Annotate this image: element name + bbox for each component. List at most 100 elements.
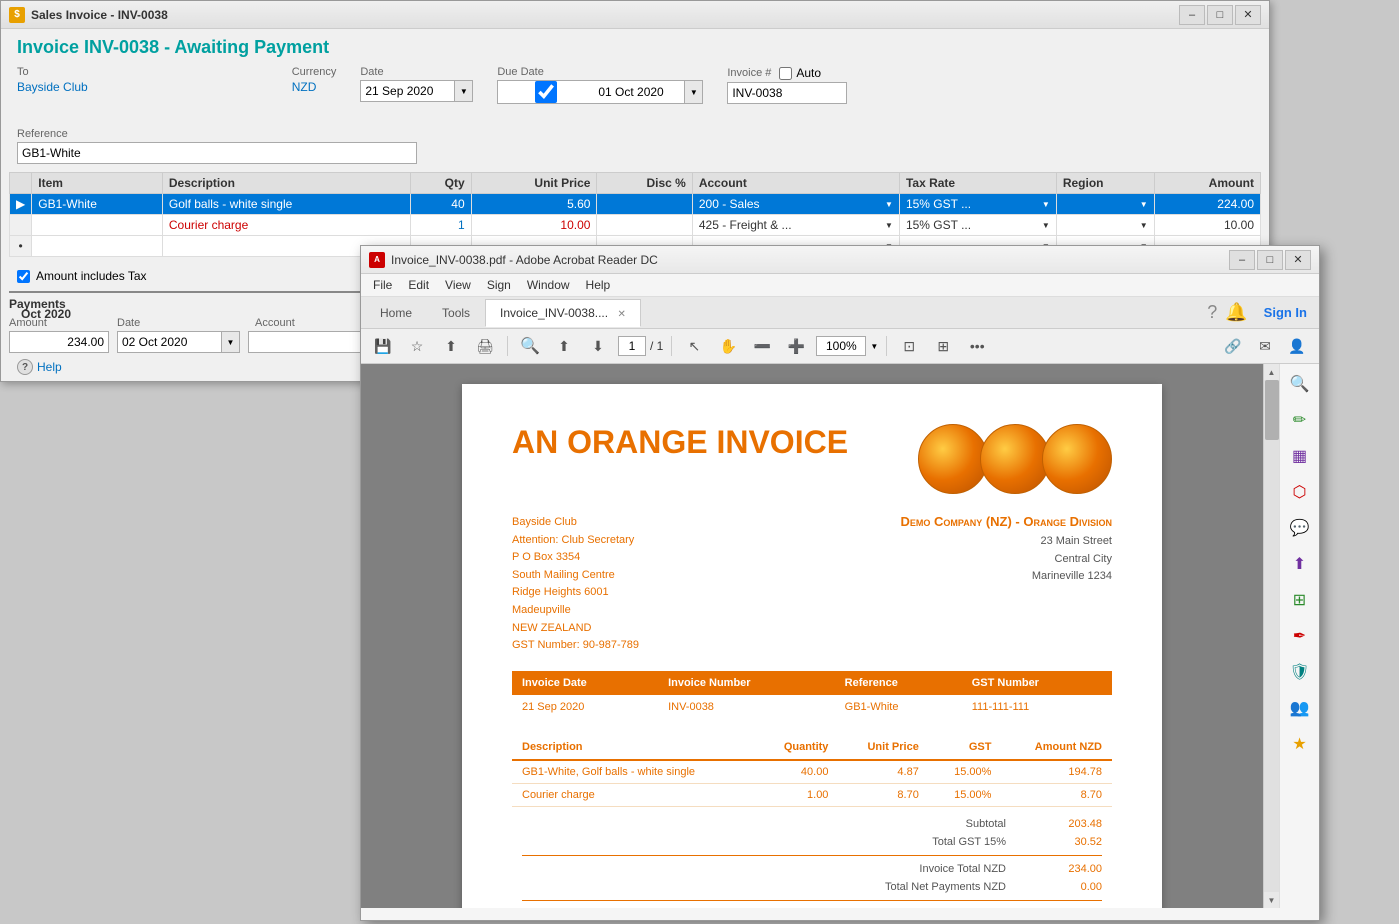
account-dropdown-icon[interactable]: ▼ xyxy=(885,200,893,209)
more-tools-button[interactable]: ⊞ xyxy=(929,333,957,359)
invoice-num-input[interactable] xyxy=(727,82,847,104)
from-line7: GST Number: 90-987-789 xyxy=(512,637,639,655)
payments-amount-input[interactable] xyxy=(9,331,109,353)
save-tool-button[interactable]: 💾 xyxy=(369,333,397,359)
email-tool-button[interactable]: ✉ xyxy=(1251,333,1279,359)
rt-zoom-icon[interactable]: 🔍 xyxy=(1284,368,1316,400)
tax-dropdown-icon[interactable]: ▼ xyxy=(1042,221,1050,230)
notification-bell-icon[interactable]: 🔔 xyxy=(1225,302,1247,323)
auto-checkbox[interactable] xyxy=(779,67,792,80)
rt-star-icon[interactable]: ★ xyxy=(1284,728,1316,760)
hand-tool-button[interactable]: ✋ xyxy=(714,333,742,359)
due-date-checkbox[interactable] xyxy=(501,81,591,103)
menu-file[interactable]: File xyxy=(365,276,400,294)
amount-tax-checkbox[interactable] xyxy=(17,270,30,283)
row-qty[interactable]: 1 xyxy=(411,215,471,236)
pdf-maximize-button[interactable]: □ xyxy=(1257,250,1283,270)
bookmark-tool-button[interactable]: ☆ xyxy=(403,333,431,359)
to-value[interactable]: Bayside Club xyxy=(17,80,88,94)
row-qty[interactable]: 40 xyxy=(411,194,471,215)
row-region: ▼ xyxy=(1056,215,1154,236)
region-dropdown-icon[interactable]: ▼ xyxy=(1140,221,1148,230)
row-unit-price[interactable]: 10.00 xyxy=(471,215,597,236)
rt-export-icon[interactable]: ⬆ xyxy=(1284,548,1316,580)
net-payments-row: Total Net Payments NZD 0.00 xyxy=(512,878,1112,896)
currency-value[interactable]: NZD xyxy=(292,80,337,94)
pdf-page-view: AN ORANGE INVOICE Bayside Club Attention… xyxy=(361,364,1263,908)
reference-input[interactable] xyxy=(17,142,417,164)
due-date-input[interactable] xyxy=(594,82,684,102)
rt-share-icon[interactable]: 👥 xyxy=(1284,692,1316,724)
payments-date-input[interactable] xyxy=(117,331,222,353)
tab-invoice[interactable]: Invoice_INV-0038.... ✕ xyxy=(485,299,641,327)
menu-window[interactable]: Window xyxy=(519,276,578,294)
pdf-right-toolbar: 🔍 ✏ ▦ ⬡ 💬 ⬆ ⊞ ✒ 🛡 👥 ★ xyxy=(1279,364,1319,908)
menu-edit[interactable]: Edit xyxy=(400,276,437,294)
help-icon[interactable]: ? xyxy=(17,359,33,375)
zoom-input[interactable] xyxy=(816,336,866,356)
scroll-thumb[interactable] xyxy=(1265,380,1279,440)
user-add-tool-button[interactable]: 👤 xyxy=(1283,333,1311,359)
rt-comment-icon[interactable]: 💬 xyxy=(1284,512,1316,544)
page-number-input[interactable] xyxy=(618,336,646,356)
rt-scan-icon[interactable]: ⬡ xyxy=(1284,476,1316,508)
help-circle-icon[interactable]: ? xyxy=(1207,302,1217,323)
rt-pen-icon[interactable]: ✒ xyxy=(1284,620,1316,652)
upload-tool-button[interactable]: ⬆ xyxy=(437,333,465,359)
menu-view[interactable]: View xyxy=(437,276,479,294)
prev-page-tool-button[interactable]: ⬆ xyxy=(550,333,578,359)
orange-2 xyxy=(980,424,1050,494)
tab-close-icon[interactable]: ✕ xyxy=(617,309,625,320)
sales-minimize-button[interactable]: – xyxy=(1179,5,1205,25)
zoom-dropdown-icon[interactable]: ▼ xyxy=(870,342,878,351)
row-item[interactable]: GB1-White xyxy=(32,194,163,215)
row-disc[interactable] xyxy=(597,194,692,215)
print-tool-button[interactable]: 🖨 xyxy=(471,333,499,359)
from-line5: Madeupville xyxy=(512,602,639,620)
link-tool-button[interactable]: 🔗 xyxy=(1219,333,1247,359)
tab-tools[interactable]: Tools xyxy=(427,299,485,327)
cursor-tool-button[interactable]: ↖ xyxy=(680,333,708,359)
account-dropdown-icon[interactable]: ▼ xyxy=(885,221,893,230)
next-page-tool-button[interactable]: ⬇ xyxy=(584,333,612,359)
col-qty: Qty xyxy=(411,173,471,194)
row-description[interactable]: Golf balls - white single xyxy=(162,194,411,215)
scroll-down-arrow[interactable]: ▼ xyxy=(1264,892,1280,908)
region-dropdown-icon[interactable]: ▼ xyxy=(1140,200,1148,209)
pdf-line-item: GB1-White, Golf balls - white single 40.… xyxy=(512,760,1112,784)
payments-date-dropdown[interactable]: ▼ xyxy=(222,331,240,353)
row-item[interactable] xyxy=(32,236,163,257)
row-item[interactable] xyxy=(32,215,163,236)
help-link[interactable]: Help xyxy=(37,360,62,374)
pdf-close-button[interactable]: ✕ xyxy=(1285,250,1311,270)
options-button[interactable]: ••• xyxy=(963,333,991,359)
sales-close-button[interactable]: ✕ xyxy=(1235,5,1261,25)
row-unit-price[interactable]: 5.60 xyxy=(471,194,597,215)
row-indicator: • xyxy=(10,236,32,257)
rt-table-icon[interactable]: ▦ xyxy=(1284,440,1316,472)
pdf-scrollbar[interactable]: ▲ ▼ xyxy=(1263,364,1279,908)
menu-help[interactable]: Help xyxy=(578,276,619,294)
col-region: Region xyxy=(1056,173,1154,194)
zoom-out-button[interactable]: ➖ xyxy=(748,333,776,359)
pdf-window-controls: – □ ✕ xyxy=(1229,250,1311,270)
fit-page-tool-button[interactable]: ⊡ xyxy=(895,333,923,359)
rt-excel-icon[interactable]: ⊞ xyxy=(1284,584,1316,616)
pdf-minimize-button[interactable]: – xyxy=(1229,250,1255,270)
menu-sign[interactable]: Sign xyxy=(479,276,519,294)
row-disc[interactable] xyxy=(597,215,692,236)
tax-dropdown-icon[interactable]: ▼ xyxy=(1042,200,1050,209)
date-dropdown-btn[interactable]: ▼ xyxy=(455,80,473,102)
scroll-track[interactable] xyxy=(1264,380,1279,892)
sales-maximize-button[interactable]: □ xyxy=(1207,5,1233,25)
zoom-out-tool-button[interactable]: 🔍 xyxy=(516,333,544,359)
row-description[interactable]: Courier charge xyxy=(162,215,411,236)
date-input[interactable] xyxy=(360,80,455,102)
zoom-in-button[interactable]: ➕ xyxy=(782,333,810,359)
sign-in-button[interactable]: Sign In xyxy=(1256,301,1315,324)
rt-edit-icon[interactable]: ✏ xyxy=(1284,404,1316,436)
tab-home[interactable]: Home xyxy=(365,299,427,327)
rt-shield-icon[interactable]: 🛡 xyxy=(1284,656,1316,688)
scroll-up-arrow[interactable]: ▲ xyxy=(1264,364,1280,380)
due-date-dropdown-btn[interactable]: ▼ xyxy=(684,81,702,103)
